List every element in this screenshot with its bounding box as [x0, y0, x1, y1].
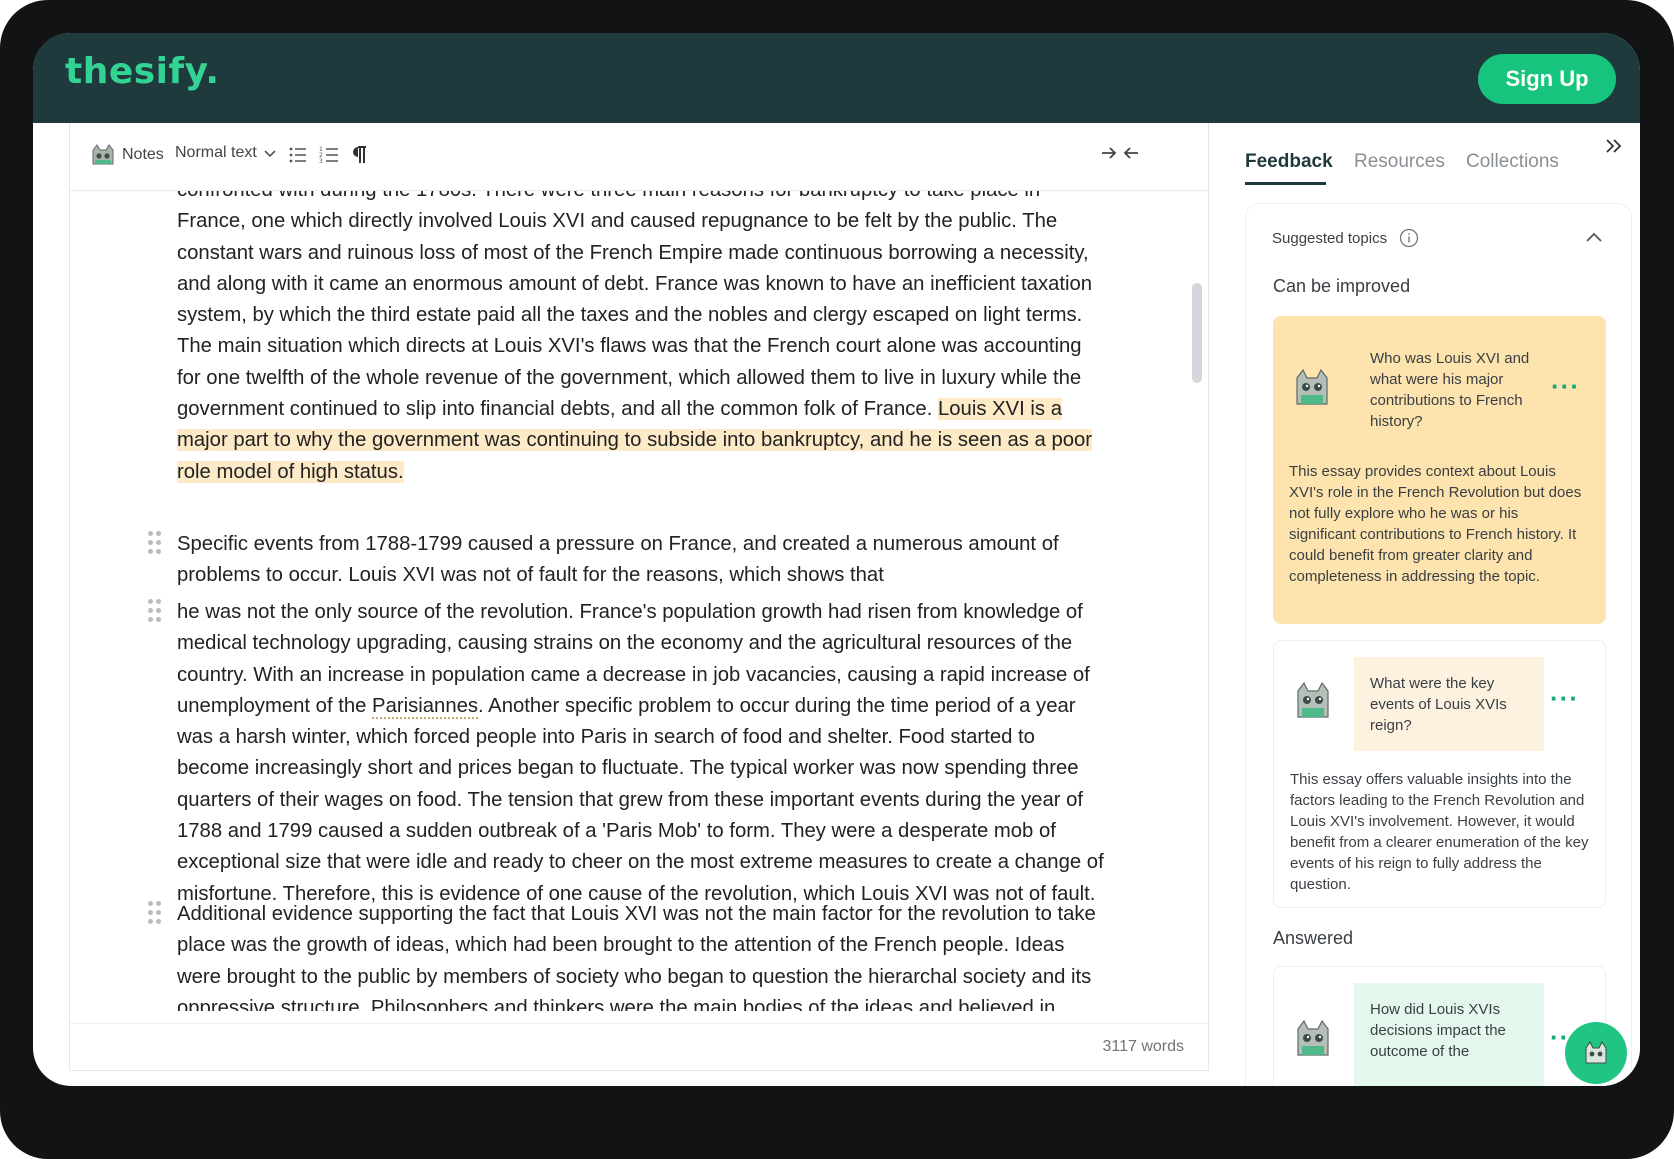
- tab-feedback[interactable]: Feedback: [1245, 151, 1333, 173]
- text-line: become increasingly short and prices beg…: [177, 757, 1079, 780]
- topic-card[interactable]: What were the key events of Louis XVIs r…: [1273, 640, 1606, 908]
- notes-label: Notes: [122, 146, 164, 163]
- topic-question: How did Louis XVIs decisions impact the …: [1370, 1001, 1506, 1060]
- text-style-value: Normal text: [175, 144, 257, 161]
- text-line: Specific events from 1788-1799 caused a …: [177, 533, 1059, 555]
- assistant-fab-button[interactable]: [1565, 1022, 1627, 1084]
- cat-mascot-icon: [1585, 1041, 1607, 1064]
- paragraph-2[interactable]: Specific events from 1788-1799 caused a …: [177, 529, 1167, 592]
- editor-toolbar: Notes Normal text 1 2 3: [70, 123, 1210, 191]
- suggested-topics-card: Suggested topics Can be improved Who was…: [1245, 203, 1632, 1086]
- collapse-width-icon[interactable]: [1100, 143, 1140, 163]
- more-options-icon[interactable]: ···: [1551, 371, 1580, 402]
- text-line: was a harsh winter, which forced people …: [177, 726, 1035, 749]
- text-style-select[interactable]: Normal text: [175, 144, 277, 162]
- paragraph-icon[interactable]: [350, 145, 368, 165]
- text-line: unemployment of the Parisiannes. Another…: [177, 691, 1167, 722]
- text-line: problems to occur. Louis XVI was not of …: [177, 564, 884, 587]
- svg-text:3: 3: [319, 158, 323, 165]
- tab-resources[interactable]: Resources: [1354, 151, 1445, 173]
- text-line: major part to why the government was con…: [177, 425, 1167, 456]
- answered-label: Answered: [1273, 928, 1354, 948]
- text-line: confronted with during the 1780s. There …: [177, 191, 1167, 206]
- drag-handle-icon[interactable]: [148, 531, 162, 555]
- editor-scrollbar[interactable]: [1192, 283, 1202, 383]
- topic-card[interactable]: Who was Louis XVI and what were his majo…: [1273, 316, 1606, 624]
- topic-question-box: What were the key events of Louis XVIs r…: [1354, 657, 1544, 751]
- more-options-icon[interactable]: ···: [1550, 683, 1579, 714]
- can-be-improved-label: Can be improved: [1273, 276, 1411, 296]
- word-count: 3117 words: [1102, 1038, 1184, 1055]
- text-span: . Another specific problem to occur duri…: [478, 694, 1076, 717]
- word-count-bar: 3117 words: [70, 1023, 1210, 1071]
- text-span: unemployment of the: [177, 694, 373, 717]
- highlighted-text[interactable]: Louis XVI is a: [937, 398, 1062, 421]
- text-line: government continued to slip into financ…: [177, 394, 1167, 425]
- topic-question-box: How did Louis XVIs decisions impact the …: [1354, 983, 1544, 1086]
- paragraph-3[interactable]: he was not the only source of the revolu…: [177, 597, 1167, 910]
- bullet-list-icon[interactable]: [288, 146, 308, 164]
- collapse-sidebar-icon[interactable]: [1604, 136, 1624, 156]
- text-line: quarters of their wages on food. The ten…: [177, 788, 1084, 811]
- highlighted-text[interactable]: major part to why the government was con…: [177, 429, 1093, 452]
- chevron-down-icon: [264, 150, 276, 158]
- text-line: place was the growth of ideas, which had…: [177, 934, 1065, 957]
- paragraph-1[interactable]: confronted with during the 1780s. There …: [177, 191, 1167, 488]
- cat-mascot-icon: [1297, 1019, 1329, 1056]
- text-line: The main situation which directs at Loui…: [177, 335, 1082, 358]
- cat-mascot-icon: [1297, 681, 1329, 718]
- text-line: country. With an increase in population …: [177, 663, 1090, 686]
- text-line: were brought to the public by members of…: [177, 965, 1092, 988]
- app-screen: thesify. Sign Up Notes Normal text 1 2 3…: [33, 33, 1640, 1086]
- text-line: for one twelfth of the whole revenue of …: [177, 366, 1082, 389]
- feedback-sidebar: Feedback Resources Collections Suggested…: [1209, 123, 1640, 1086]
- spelling-flag[interactable]: Parisiannes: [372, 694, 479, 719]
- cat-mascot-icon: [92, 144, 114, 165]
- text-line: he was not the only source of the revolu…: [177, 601, 1083, 623]
- topic-feedback: This essay provides context about Louis …: [1289, 463, 1582, 585]
- info-icon[interactable]: [1399, 228, 1419, 248]
- text-line: and along with it came an enormous amoun…: [177, 272, 1093, 295]
- top-bar: thesify. Sign Up: [33, 33, 1640, 123]
- cat-mascot-icon: [1296, 368, 1328, 405]
- device-frame: thesify. Sign Up Notes Normal text 1 2 3…: [0, 0, 1674, 1159]
- numbered-list-icon[interactable]: 1 2 3: [319, 145, 339, 165]
- chevron-up-icon[interactable]: [1585, 231, 1603, 243]
- notes-button[interactable]: Notes: [90, 144, 164, 166]
- drag-handle-icon[interactable]: [148, 901, 162, 925]
- topic-feedback: This essay offers valuable insights into…: [1290, 771, 1589, 893]
- text-span: government continued to slip into financ…: [177, 398, 938, 421]
- text-line: oppressive structure. Philosophers and t…: [177, 996, 1056, 1011]
- suggested-topics-label: Suggested topics: [1272, 229, 1388, 247]
- editor-panel: Notes Normal text 1 2 3 France, one whic…: [69, 123, 1210, 1071]
- sign-up-button[interactable]: Sign Up: [1478, 54, 1616, 104]
- text-line: constant wars and ruinous loss of most o…: [177, 241, 1089, 264]
- topic-question: What were the key events of Louis XVIs r…: [1370, 675, 1507, 734]
- topic-question: Who was Louis XVI and what were his majo…: [1370, 350, 1530, 430]
- drag-handle-icon[interactable]: [148, 599, 162, 623]
- text-line: France, one which directly involved Loui…: [177, 210, 1058, 233]
- text-line: exceptional size that were idle and read…: [177, 851, 1104, 874]
- active-tab-indicator: [1245, 182, 1326, 185]
- thesify-logo[interactable]: thesify.: [65, 51, 220, 92]
- paragraph-4[interactable]: Additional evidence supporting the fact …: [177, 899, 1167, 1011]
- topic-card[interactable]: How did Louis XVIs decisions impact the …: [1273, 966, 1606, 1086]
- text-line: role model of high status.: [177, 457, 1167, 488]
- text-line: system, by which the third estate paid a…: [177, 304, 1083, 327]
- text-line: 1788 and 1799 caused a sudden outbreak o…: [177, 820, 1056, 843]
- text-line: Additional evidence supporting the fact …: [177, 903, 1096, 925]
- highlighted-text[interactable]: role model of high status.: [177, 460, 404, 483]
- tab-collections[interactable]: Collections: [1466, 151, 1559, 173]
- document-body[interactable]: confronted with during the 1780s. There …: [70, 191, 1190, 1011]
- suggested-topics-header: Suggested topics: [1272, 228, 1419, 248]
- text-line: medical technology upgrading, causing st…: [177, 632, 1073, 655]
